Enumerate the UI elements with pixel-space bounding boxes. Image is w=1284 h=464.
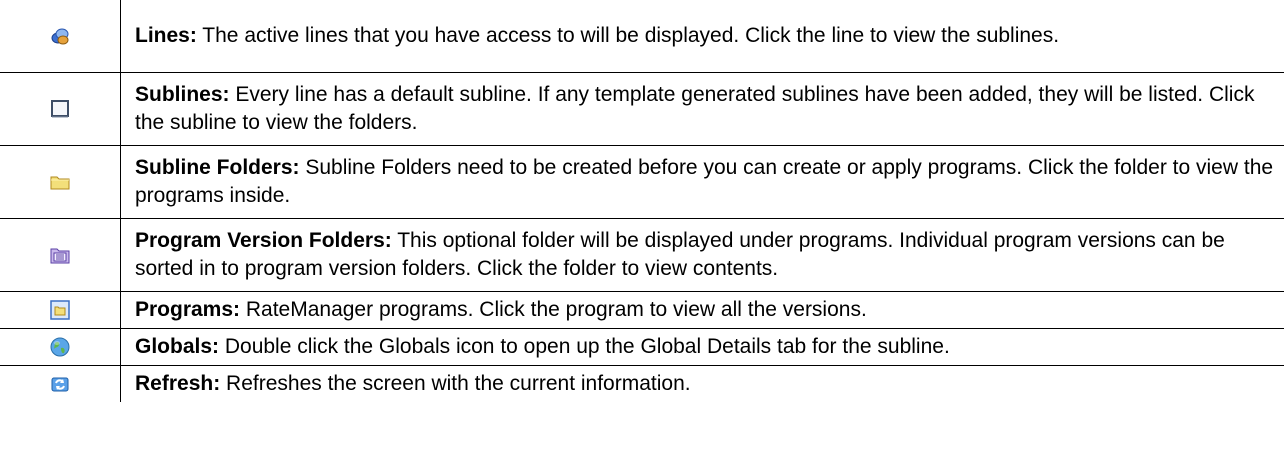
icon-cell — [0, 291, 121, 329]
icon-cell — [0, 365, 121, 402]
lines-icon — [49, 25, 71, 47]
programs-icon — [49, 299, 71, 321]
description-cell: Program Version Folders: This optional f… — [120, 218, 1284, 292]
icon-legend-table: Lines: The active lines that you have ac… — [0, 0, 1284, 402]
description-text: Every line has a default subline. If any… — [135, 83, 1255, 134]
description-cell: Subline Folders: Subline Folders need to… — [120, 145, 1284, 219]
term-label: Programs: — [135, 298, 241, 321]
legend-row-subline-folders: Subline Folders: Subline Folders need to… — [0, 145, 1284, 219]
icon-cell — [0, 145, 121, 219]
description-cell: Globals: Double click the Globals icon t… — [120, 328, 1284, 366]
legend-row-refresh: Refresh: Refreshes the screen with the c… — [0, 365, 1284, 402]
legend-row-program-version-folders: Program Version Folders: This optional f… — [0, 218, 1284, 292]
term-label: Lines: — [135, 24, 197, 47]
term-label: Globals: — [135, 335, 220, 358]
globals-icon — [49, 336, 71, 358]
term-label: Sublines: — [135, 83, 230, 106]
description-text: RateManager programs. Click the program … — [240, 298, 867, 321]
description-text: The active lines that you have access to… — [196, 24, 1060, 47]
description-text: Subline Folders need to be created befor… — [135, 156, 1274, 207]
legend-row-programs: Programs: RateManager programs. Click th… — [0, 291, 1284, 329]
subline-folder-icon — [49, 171, 71, 193]
term-label: Program Version Folders: — [135, 229, 392, 252]
description-text: Refreshes the screen with the current in… — [220, 372, 691, 395]
icon-cell — [0, 72, 121, 146]
refresh-icon — [49, 373, 71, 395]
description-cell: Sublines: Every line has a default subli… — [120, 72, 1284, 146]
program-version-folder-icon — [49, 244, 71, 266]
sublines-icon — [49, 98, 71, 120]
description-text: Double click the Globals icon to open up… — [219, 335, 950, 358]
legend-row-lines: Lines: The active lines that you have ac… — [0, 0, 1284, 73]
icon-cell — [0, 0, 121, 73]
term-label: Refresh: — [135, 372, 221, 395]
icon-cell — [0, 328, 121, 366]
legend-row-globals: Globals: Double click the Globals icon t… — [0, 328, 1284, 366]
icon-cell — [0, 218, 121, 292]
description-cell: Programs: RateManager programs. Click th… — [120, 291, 1284, 329]
legend-row-sublines: Sublines: Every line has a default subli… — [0, 72, 1284, 146]
description-cell: Refresh: Refreshes the screen with the c… — [120, 365, 1284, 402]
term-label: Subline Folders: — [135, 156, 300, 179]
description-cell: Lines: The active lines that you have ac… — [120, 0, 1284, 73]
